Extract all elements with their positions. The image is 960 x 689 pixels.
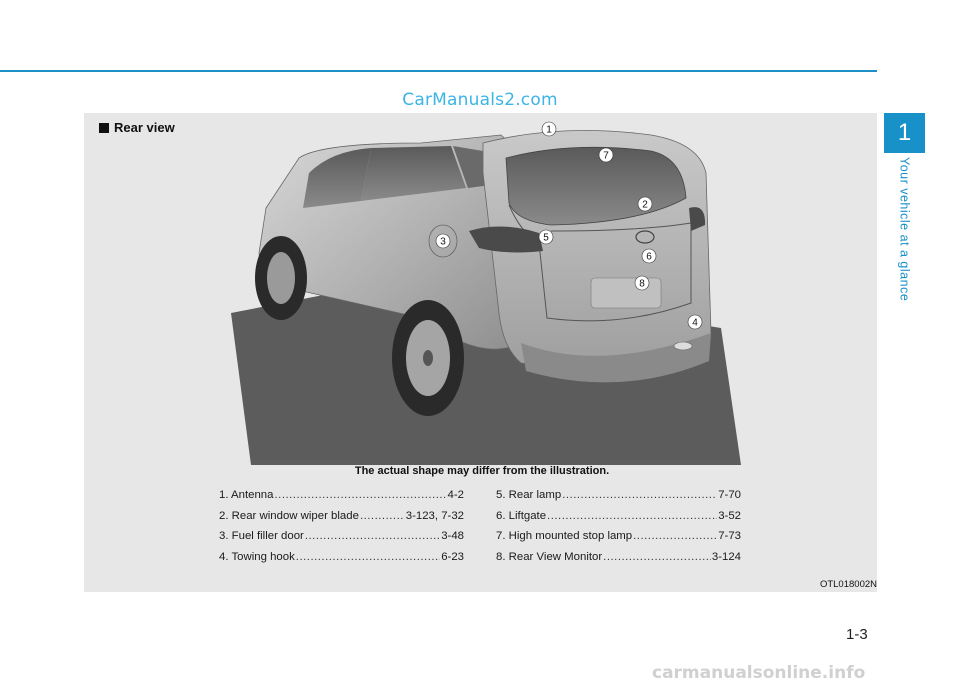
legend-item: 4. Towing hook6-23 (219, 551, 464, 572)
svg-text:6: 6 (646, 252, 652, 263)
legend-item: 2. Rear window wiper blade3-123, 7-32 (219, 510, 464, 531)
section-title-text: Rear view (114, 120, 175, 135)
chapter-tab: 1 (884, 113, 925, 153)
callout-3: 3 (435, 233, 451, 249)
callout-5: 5 (538, 229, 554, 245)
chapter-name: Your vehicle at a glance (884, 153, 925, 313)
legend-left-column: 1. Antenna4-2 2. Rear window wiper blade… (219, 489, 464, 571)
vehicle-rear-illustration: 1 7 2 3 5 6 8 4 (231, 121, 741, 465)
watermark-carmanuals2[interactable]: CarManuals2.com (0, 90, 960, 110)
legend-item: 3. Fuel filler door3-48 (219, 530, 464, 551)
svg-text:3: 3 (440, 237, 446, 248)
front-wheel-rim (267, 252, 295, 304)
legend-item: 7. High mounted stop lamp7-73 (496, 530, 741, 551)
svg-text:8: 8 (639, 279, 645, 290)
figure-code: OTL018002N (819, 579, 877, 590)
rear-wheel-hub (423, 350, 433, 366)
section-title: Rear view (99, 120, 175, 135)
chapter-name-text: Your vehicle at a glance (897, 157, 912, 302)
legend-item: 8. Rear View Monitor3-124 (496, 551, 741, 572)
legend-item: 5. Rear lamp7-70 (496, 489, 741, 510)
page-number: 1-3 (846, 626, 868, 643)
callout-4: 4 (687, 314, 703, 330)
callout-7: 7 (598, 147, 614, 163)
svg-text:1: 1 (546, 125, 552, 136)
svg-text:5: 5 (543, 233, 549, 244)
callout-2: 2 (637, 196, 653, 212)
svg-text:2: 2 (642, 200, 648, 211)
legend-item: 6. Liftgate3-52 (496, 510, 741, 531)
svg-text:7: 7 (603, 151, 609, 162)
callout-1: 1 (541, 121, 557, 137)
footer-watermark[interactable]: carmanualsonline.info (652, 663, 865, 683)
legend-right-column: 5. Rear lamp7-70 6. Liftgate3-52 7. High… (496, 489, 741, 571)
black-square-icon (99, 122, 109, 133)
header-rule (0, 70, 877, 72)
callout-6: 6 (641, 248, 657, 264)
svg-text:4: 4 (692, 318, 698, 329)
legend-item: 1. Antenna4-2 (219, 489, 464, 510)
exhaust-tip (673, 341, 693, 351)
illustration-caption: The actual shape may differ from the ill… (354, 465, 610, 477)
callout-8: 8 (634, 275, 650, 291)
license-plate-area (590, 277, 662, 309)
